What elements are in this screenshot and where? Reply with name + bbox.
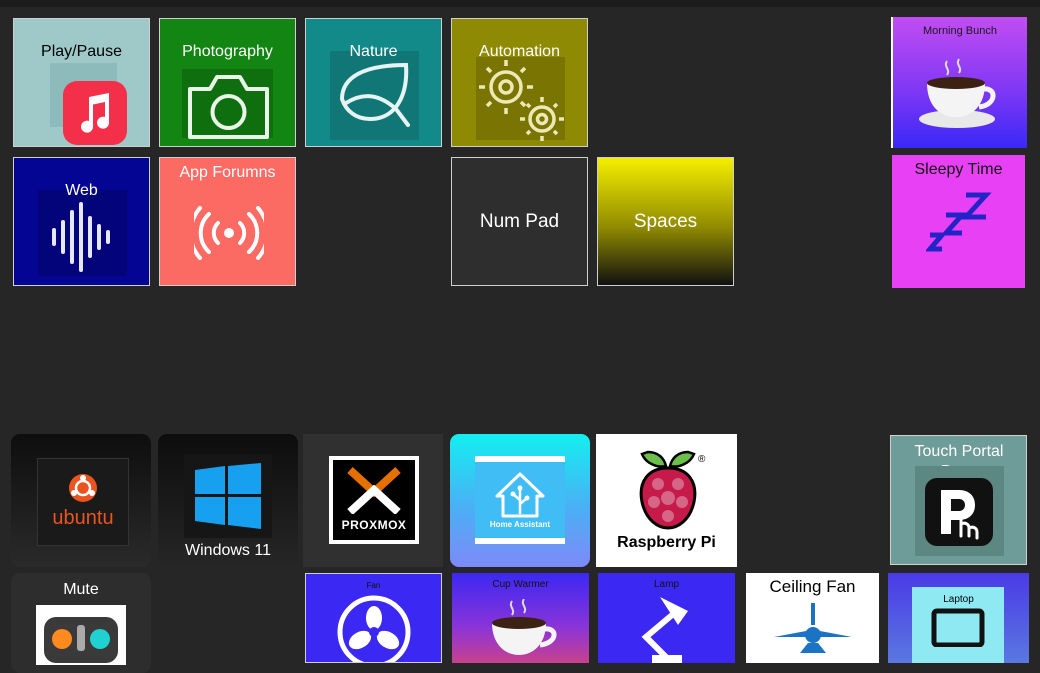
- laptop-icon: [926, 607, 990, 647]
- gears-icon: [476, 57, 566, 141]
- cup-warmer-label: Cup Warmer: [492, 579, 549, 590]
- coffee-icon: [917, 55, 1003, 133]
- fan-icon: [336, 594, 412, 662]
- zzz-icon: [926, 191, 992, 255]
- home-assistant-button[interactable]: Home Assistant: [450, 434, 590, 567]
- mixer-icon: [36, 605, 126, 665]
- morning-bunch-button[interactable]: Morning Bunch: [891, 17, 1027, 148]
- touch-portal-icon: [925, 478, 993, 546]
- music-icon: [62, 81, 128, 145]
- play-pause-button[interactable]: Play/Pause: [13, 18, 150, 147]
- automation-button[interactable]: Automation: [451, 18, 588, 147]
- soundwave-icon: [50, 202, 114, 272]
- windows-11-button[interactable]: Windows 11: [158, 434, 298, 567]
- lamp-icon: [630, 593, 702, 663]
- spaces-label: Spaces: [633, 210, 698, 232]
- ceiling-fan-icon: [770, 603, 856, 653]
- home-assistant-label: Home Assistant: [489, 520, 551, 529]
- raspberry-pi-button[interactable]: ® Raspberry Pi: [596, 434, 737, 567]
- photography-label: Photography: [182, 43, 273, 60]
- morning-bunch-label: Morning Bunch: [923, 25, 997, 37]
- camera-icon: [184, 69, 273, 143]
- automation-label: Automation: [479, 43, 560, 60]
- mute-label: Mute: [63, 581, 99, 598]
- app-forums-label: App Forumns: [179, 164, 276, 181]
- app-forums-button[interactable]: App Forumns: [159, 157, 296, 286]
- num-pad-label: Num Pad: [479, 210, 560, 232]
- proxmox-icon: PROXMOX: [329, 456, 419, 544]
- ubuntu-icon: ubuntu: [37, 458, 129, 546]
- home-assistant-icon: Home Assistant: [475, 456, 565, 544]
- sleepy-time-button[interactable]: Sleepy Time: [892, 155, 1025, 288]
- lamp-label: Lamp: [653, 579, 679, 590]
- num-pad-button[interactable]: Num Pad: [451, 157, 588, 286]
- ceiling-fan-label: Ceiling Fan: [769, 577, 856, 596]
- web-button[interactable]: Web: [13, 157, 150, 286]
- fan-label: Fan: [366, 581, 381, 590]
- windows-icon: [184, 454, 272, 538]
- coffee-icon: [482, 599, 562, 659]
- top-bar: [0, 0, 1040, 7]
- leaf-icon: [334, 59, 416, 131]
- nature-label: Nature: [349, 43, 398, 60]
- ubuntu-button[interactable]: ubuntu: [11, 434, 151, 567]
- nature-button[interactable]: Nature: [305, 18, 442, 147]
- proxmox-button[interactable]: PROXMOX: [303, 434, 443, 567]
- mute-button[interactable]: Mute: [11, 573, 151, 673]
- photography-button[interactable]: Photography: [159, 18, 296, 147]
- broadcast-icon: [194, 206, 264, 260]
- web-label: Web: [65, 182, 98, 199]
- windows-11-label: Windows 11: [185, 542, 271, 559]
- proxmox-label: PROXMOX: [341, 518, 407, 532]
- raspberry-icon: ®: [628, 446, 708, 532]
- touch-portal-docs-button[interactable]: Touch Portal Docs: [890, 435, 1027, 565]
- svg-text:®: ®: [698, 454, 706, 465]
- ubuntu-label: ubuntu: [52, 507, 114, 529]
- raspberry-pi-label: Raspberry Pi: [617, 534, 716, 551]
- play-pause-label: Play/Pause: [41, 43, 122, 60]
- sleepy-time-label: Sleepy Time: [914, 161, 1003, 178]
- spaces-button[interactable]: Spaces: [597, 157, 734, 286]
